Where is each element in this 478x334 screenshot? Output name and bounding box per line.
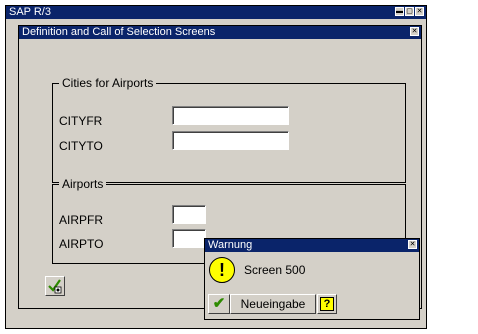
warning-icon: ! (209, 257, 235, 283)
cityto-input[interactable] (172, 131, 289, 150)
group-airports-title: Airports (59, 177, 107, 191)
group-cities-title: Cities for Airports (59, 76, 157, 90)
dialog-title-bar: Definition and Call of Selection Screens… (19, 26, 421, 39)
re-entry-button[interactable]: Neueingabe (230, 294, 316, 314)
cityfr-input[interactable] (172, 106, 289, 125)
main-title-bar: SAP R/3 ▬ ▢ ✕ (6, 6, 426, 19)
close-icon[interactable]: ✕ (415, 7, 424, 16)
warning-close-icon[interactable]: ✕ (408, 240, 417, 249)
maximize-icon[interactable]: ▢ (405, 7, 414, 16)
minimize-icon[interactable]: ▬ (395, 7, 404, 16)
re-entry-label: Neueingabe (240, 297, 306, 311)
window-controls: ▬ ▢ ✕ (395, 7, 424, 16)
dialog-controls: ✕ (410, 27, 419, 36)
airpfr-label: AIRPFR (59, 213, 104, 227)
execute-button[interactable] (45, 276, 65, 296)
main-window-title: SAP R/3 (9, 6, 51, 18)
airpto-input[interactable] (172, 229, 206, 248)
cityfr-label: CITYFR (59, 114, 103, 128)
help-button[interactable]: ? (317, 294, 337, 314)
airpfr-input[interactable] (172, 205, 206, 224)
dialog-close-icon[interactable]: ✕ (410, 27, 419, 36)
dialog-title: Definition and Call of Selection Screens (22, 26, 216, 38)
execute-icon (48, 279, 62, 294)
continue-button[interactable]: ✔ (208, 294, 230, 314)
warning-message: Screen 500 (244, 263, 306, 277)
help-icon: ? (320, 297, 334, 311)
airpto-label: AIRPTO (59, 237, 104, 251)
warning-title-bar: Warnung ✕ (205, 239, 419, 252)
cityto-label: CITYTO (59, 139, 103, 153)
warning-title: Warnung (208, 239, 253, 251)
warning-controls: ✕ (408, 240, 417, 249)
check-icon: ✔ (212, 295, 226, 312)
group-cities-for-airports: Cities for Airports CITYFR CITYTO (52, 76, 406, 183)
warning-popup: Warnung ✕ ! Screen 500 ✔ Neueingabe ? (204, 238, 420, 320)
